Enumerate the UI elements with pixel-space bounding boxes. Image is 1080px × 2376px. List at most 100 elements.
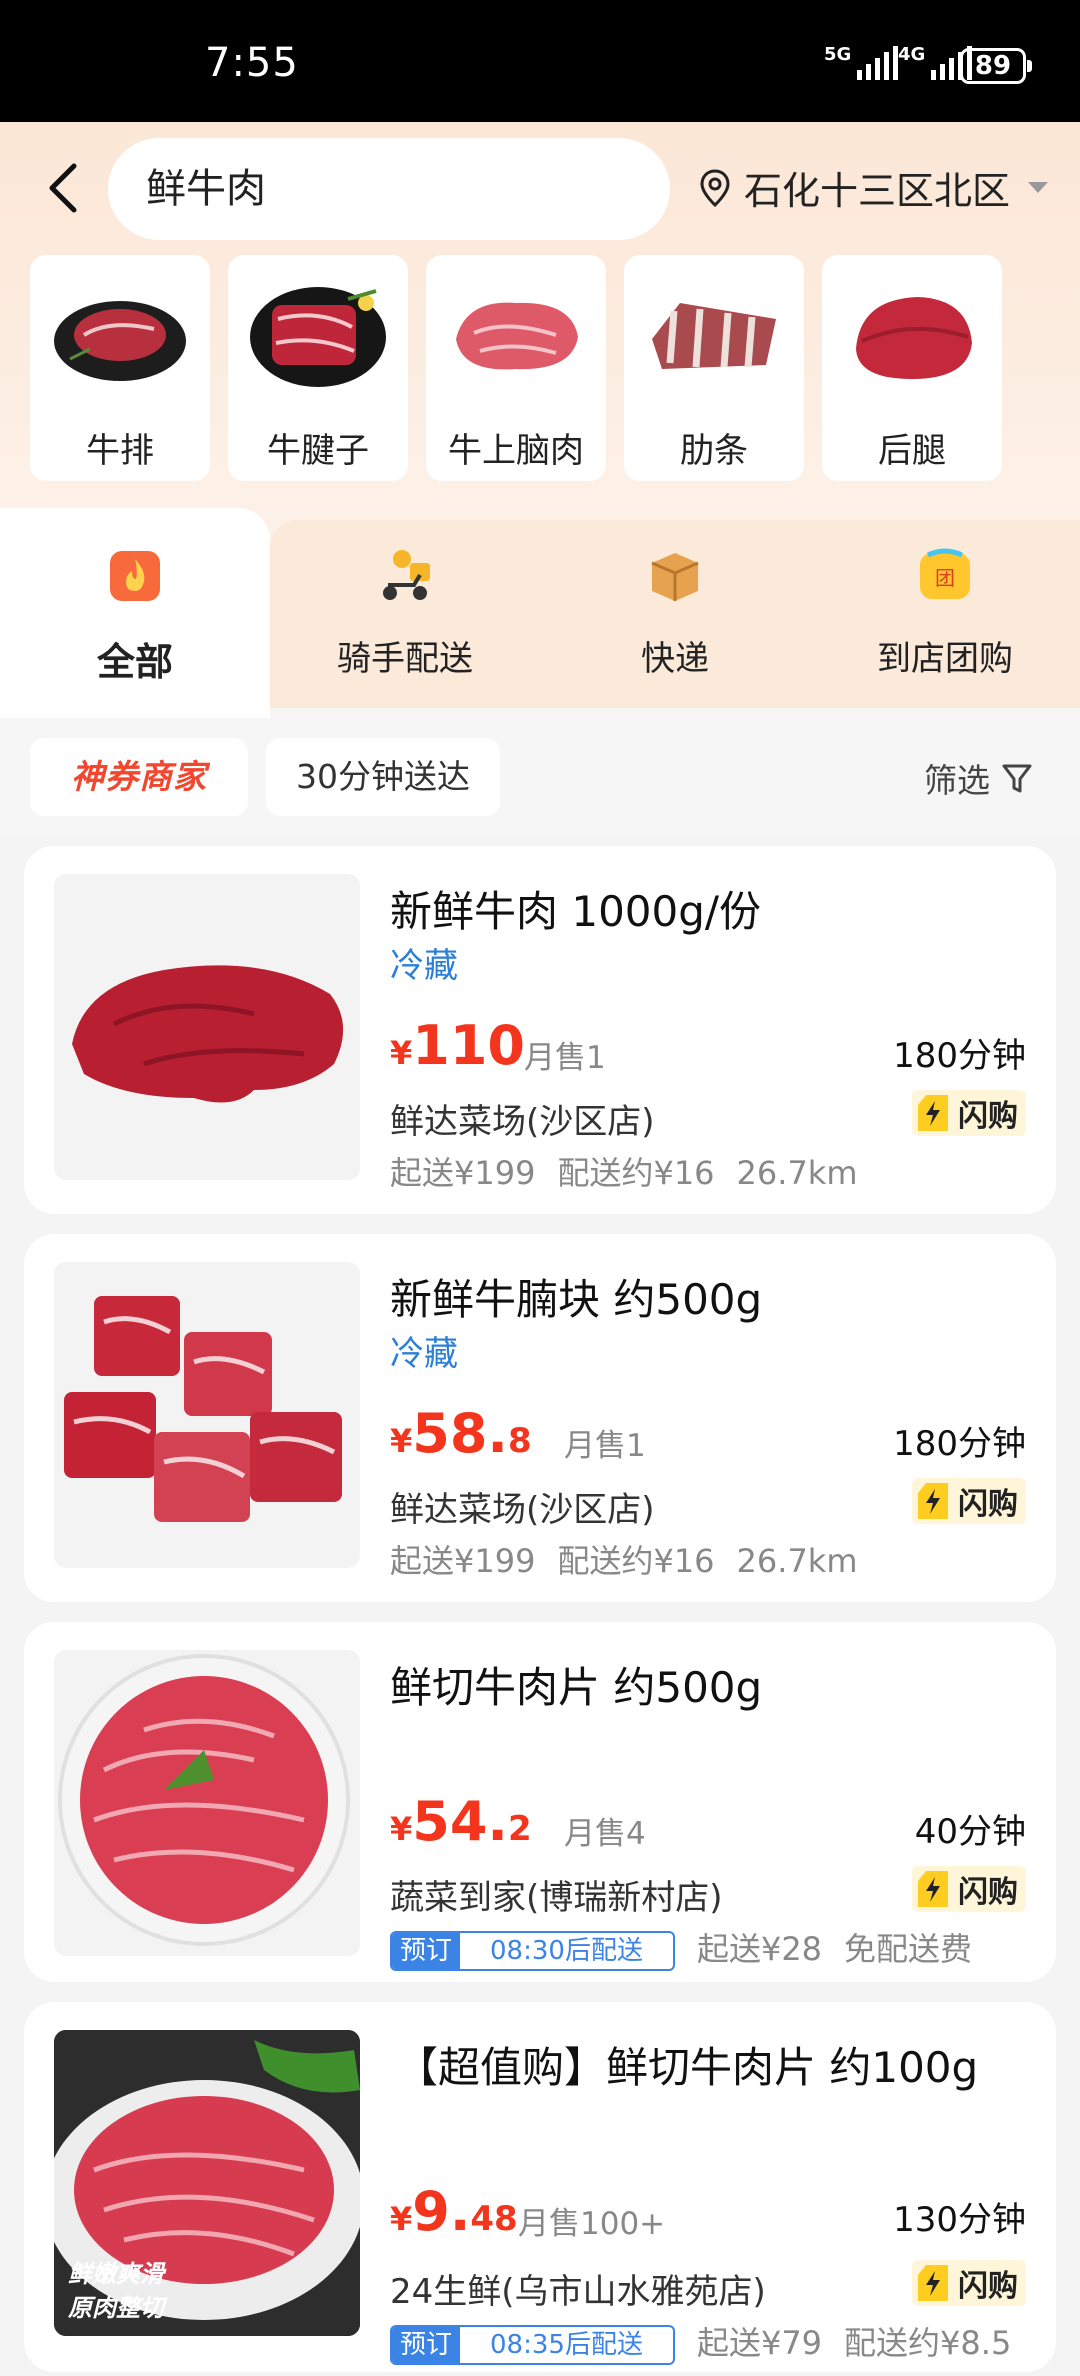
price-integer: 110 bbox=[412, 1014, 525, 1077]
product-card[interactable]: 鲜切牛肉片 约500g ¥54.2 月售4 40分钟 蔬菜到家(博瑞新村店) 闪… bbox=[24, 1622, 1056, 1982]
delivery-meta: 起送¥199 配送约¥16 26.7km bbox=[390, 1148, 880, 1194]
location-selector[interactable]: 石化十三区北区 bbox=[698, 160, 1049, 215]
product-title: 新鲜牛肉 1000g/份 bbox=[390, 887, 762, 936]
category-item-steak[interactable]: 牛排 bbox=[30, 255, 210, 481]
delivery-eta: 130分钟 bbox=[893, 2200, 1026, 2240]
category-item-rib-strips[interactable]: 肋条 bbox=[624, 255, 804, 481]
product-price: ¥9.48 bbox=[390, 2180, 518, 2243]
delivery-fee: 免配送费 bbox=[844, 1930, 973, 1968]
product-card[interactable]: 鲜嫩爽滑 原肉整切 【超值购】鲜切牛肉片 约100g ¥9.48 月售100+ … bbox=[24, 2002, 1056, 2372]
product-card[interactable]: 新鲜牛肉 1000g/份 冷藏 ¥110 月售1 180分钟 鲜达菜场(沙区店)… bbox=[24, 846, 1056, 1214]
price-symbol: ¥ bbox=[390, 2200, 413, 2238]
flash-buy-label: 闪购 bbox=[958, 1099, 1018, 1134]
scooter-rider-icon bbox=[383, 550, 430, 600]
group-buy-icon: 团 bbox=[920, 548, 970, 599]
delivery-eta: 180分钟 bbox=[893, 1036, 1026, 1076]
storage-tag: 冷藏 bbox=[390, 1334, 458, 1374]
monthly-sales: 月售4 bbox=[564, 1816, 646, 1852]
delivery-fee: 配送约¥8.5 bbox=[844, 2324, 1012, 2362]
price-symbol: ¥ bbox=[390, 1810, 413, 1848]
product-price: ¥54.2 bbox=[390, 1790, 532, 1853]
caret-down-icon bbox=[1028, 182, 1049, 193]
lightning-bolt-icon bbox=[918, 1095, 948, 1131]
chuck-beef-image bbox=[456, 302, 578, 370]
photo-caption-1: 鲜嫩爽滑 bbox=[68, 2260, 167, 2288]
location-pin-icon bbox=[700, 168, 730, 207]
delivery-eta: 180分钟 bbox=[893, 1424, 1026, 1464]
flash-buy-badge: 闪购 bbox=[912, 2260, 1026, 2306]
delivery-fee: 配送约¥16 bbox=[557, 1154, 715, 1192]
search-query: 鲜牛肉 bbox=[146, 166, 266, 212]
tab-label: 到店团购 bbox=[877, 639, 1013, 679]
preorder-label: 预订 bbox=[392, 2327, 461, 2363]
delivery-eta: 40分钟 bbox=[914, 1812, 1026, 1852]
signal-4g-label: 4G bbox=[898, 44, 926, 65]
beef-shank-image bbox=[250, 287, 386, 387]
category-list: 牛排 牛腱子 牛上脑肉 肋条 后腿 bbox=[30, 255, 1002, 481]
back-arrow-icon[interactable] bbox=[40, 160, 90, 216]
flash-buy-badge: 闪购 bbox=[912, 1090, 1026, 1136]
product-photo bbox=[54, 1262, 360, 1568]
tab-group-buy[interactable]: 团 到店团购 bbox=[845, 545, 1045, 680]
fire-icon bbox=[110, 551, 160, 601]
product-photo bbox=[54, 874, 360, 1180]
price-symbol: ¥ bbox=[390, 1422, 413, 1460]
store-name[interactable]: 24生鲜(乌市山水雅苑店) bbox=[390, 2264, 766, 2313]
preorder-badge: 预订 08:30后配送 bbox=[390, 1931, 675, 1971]
delivery-30min-chip[interactable]: 30分钟送达 bbox=[266, 738, 500, 816]
monthly-sales: 月售1 bbox=[524, 1040, 606, 1076]
flash-buy-badge: 闪购 bbox=[912, 1478, 1026, 1524]
preorder-label: 预订 bbox=[392, 1933, 461, 1969]
product-title: 【超值购】鲜切牛肉片 约100g bbox=[396, 2043, 979, 2092]
tab-label: 快递 bbox=[641, 639, 709, 679]
preorder-time: 08:35后配送 bbox=[490, 2330, 643, 2360]
flash-buy-label: 闪购 bbox=[958, 1487, 1018, 1522]
beef-chunk-image bbox=[72, 965, 344, 1103]
preorder-time: 08:30后配送 bbox=[490, 1936, 643, 1966]
store-name[interactable]: 鲜达菜场(沙区店) bbox=[390, 1482, 655, 1531]
location-label: 石化十三区北区 bbox=[744, 169, 1011, 213]
svg-text:团: 团 bbox=[935, 566, 955, 590]
price-decimal: 48 bbox=[470, 2199, 518, 2239]
tab-rider-delivery[interactable]: 骑手配送 bbox=[305, 545, 505, 680]
min-order: 起送¥199 bbox=[390, 1542, 536, 1580]
product-card[interactable]: 新鲜牛腩块 约500g 冷藏 ¥58.8 月售1 180分钟 鲜达菜场(沙区店)… bbox=[24, 1234, 1056, 1602]
distance: 26.7km bbox=[736, 1542, 858, 1580]
product-title: 鲜切牛肉片 约500g bbox=[390, 1663, 763, 1712]
store-name[interactable]: 鲜达菜场(沙区店) bbox=[390, 1094, 655, 1143]
filter-button[interactable]: 筛选 bbox=[924, 754, 1034, 802]
status-time: 7:55 bbox=[205, 40, 299, 86]
hind-leg-image bbox=[856, 297, 972, 379]
delivery-meta: 预订 08:35后配送 起送¥79 配送约¥8.5 bbox=[390, 2318, 1033, 2365]
category-item-hind-leg[interactable]: 后腿 bbox=[822, 255, 1002, 481]
category-item-shank[interactable]: 牛腱子 bbox=[228, 255, 408, 481]
product-price: ¥58.8 bbox=[390, 1402, 532, 1465]
flash-buy-label: 闪购 bbox=[958, 2269, 1018, 2304]
sliced-beef-promo-image: 鲜嫩爽滑 原肉整切 bbox=[54, 2030, 360, 2336]
delivery-meta: 预订 08:30后配送 起送¥28 免配送费 bbox=[390, 1924, 994, 1971]
tab-all[interactable]: 全部 bbox=[35, 545, 235, 686]
category-label: 牛排 bbox=[86, 431, 154, 471]
price-decimal: 8 bbox=[507, 1421, 532, 1461]
category-label: 肋条 bbox=[680, 431, 748, 471]
price-decimal: 2 bbox=[507, 1809, 532, 1849]
price-integer: 54. bbox=[412, 1790, 508, 1853]
package-box-icon bbox=[651, 553, 699, 601]
tab-label: 全部 bbox=[96, 640, 173, 684]
promo-merchant-chip[interactable]: 神券商家 bbox=[30, 738, 248, 816]
signal-5g-label: 5G bbox=[824, 44, 852, 65]
lightning-bolt-icon bbox=[918, 1871, 948, 1907]
status-bar: 7:55 5G 4G 89 bbox=[0, 0, 1080, 122]
funnel-icon bbox=[1002, 764, 1032, 793]
lightning-bolt-icon bbox=[918, 2265, 948, 2301]
min-order: 起送¥199 bbox=[390, 1154, 536, 1192]
min-order: 起送¥28 bbox=[696, 1930, 823, 1968]
category-item-chuck[interactable]: 牛上脑肉 bbox=[426, 255, 606, 481]
store-name[interactable]: 蔬菜到家(博瑞新村店) bbox=[390, 1870, 723, 1919]
signal-5g-icon: 5G bbox=[824, 44, 899, 80]
search-input[interactable]: 鲜牛肉 bbox=[108, 138, 670, 240]
delivery-fee: 配送约¥16 bbox=[557, 1542, 715, 1580]
min-order: 起送¥79 bbox=[696, 2324, 823, 2362]
tab-label: 骑手配送 bbox=[337, 639, 473, 679]
tab-express[interactable]: 快递 bbox=[575, 545, 775, 680]
